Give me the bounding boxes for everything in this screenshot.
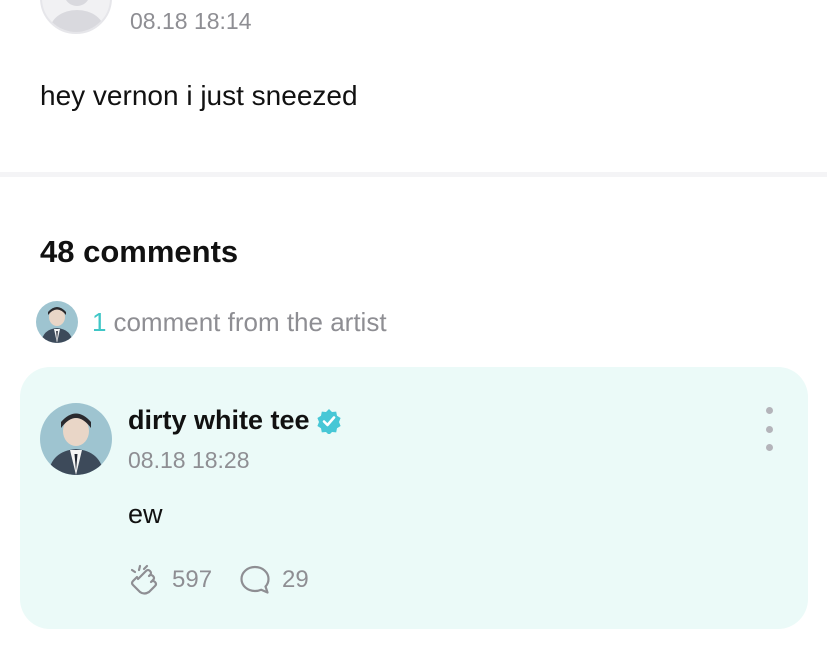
post-body-text: hey vernon i just sneezed [40,80,358,111]
artist-comment-summary[interactable]: 1 comment from the artist [36,300,387,344]
artist-comment-timestamp: 08.18 18:28 [128,447,250,473]
comments-count-heading: 48 comments [40,234,239,269]
post-author-avatar[interactable] [40,0,112,34]
avatar-placeholder-body [50,10,104,32]
vertical-ellipsis-icon-dot [765,407,773,414]
avatar-placeholder-head [64,0,90,6]
artist-name[interactable]: dirty white tee [128,405,310,436]
like-count: 597 [172,566,213,593]
artist-comment-label: comment from the artist [113,306,387,337]
artist-name-row: dirty white tee [128,405,342,436]
artist-comment-text: ew [128,499,163,529]
artist-avatar-small [36,301,78,343]
section-divider [0,172,827,177]
vertical-ellipsis-icon-dot [765,444,773,451]
speech-bubble-icon [240,565,270,594]
vertical-ellipsis-icon-dot [765,425,773,433]
post-detail-page: 08.18 18:14 hey vernon i just sneezed 48… [0,0,827,649]
hand-clap-icon [130,564,158,595]
more-options-button[interactable] [758,407,780,451]
artist-avatar[interactable] [40,403,112,475]
reply-count: 29 [282,566,309,593]
like-button[interactable]: 597 [128,563,212,597]
verified-badge-icon [316,408,341,434]
artist-comment-card: dirty white tee 08.18 18:28 ew 597 29 [20,367,808,629]
artist-comment-count: 1 [92,306,107,337]
comment-actions: 597 29 [128,563,335,597]
reply-button[interactable]: 29 [238,563,309,597]
post-timestamp: 08.18 18:14 [130,8,252,34]
